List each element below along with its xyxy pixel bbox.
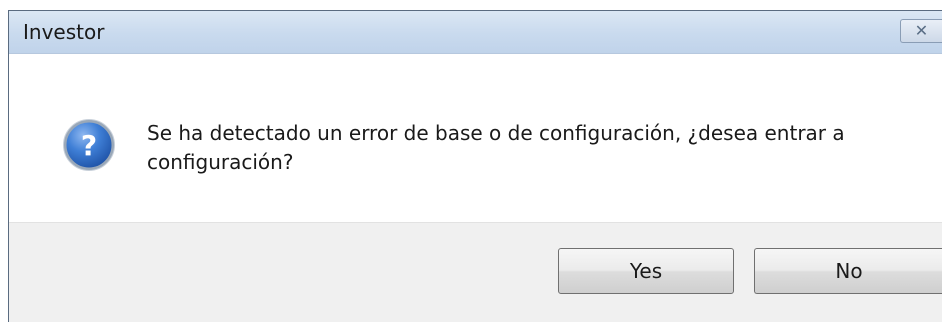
dialog-message: Se ha detectado un error de base o de co…	[147, 121, 845, 174]
close-button[interactable]: ✕	[900, 19, 942, 43]
no-button[interactable]: No	[754, 248, 942, 294]
message-dialog: Investor ✕ ? Se ha detectado un error de…	[8, 10, 942, 322]
dialog-content: ? Se ha detectado un error de base o de …	[9, 54, 942, 222]
close-icon: ✕	[914, 21, 929, 40]
yes-button[interactable]: Yes	[558, 248, 734, 294]
button-bar: Yes No	[9, 222, 942, 322]
svg-text:?: ?	[81, 129, 97, 162]
question-icon: ?	[63, 119, 115, 171]
title-bar[interactable]: Investor ✕	[9, 11, 942, 54]
window-title: Investor	[23, 20, 105, 44]
